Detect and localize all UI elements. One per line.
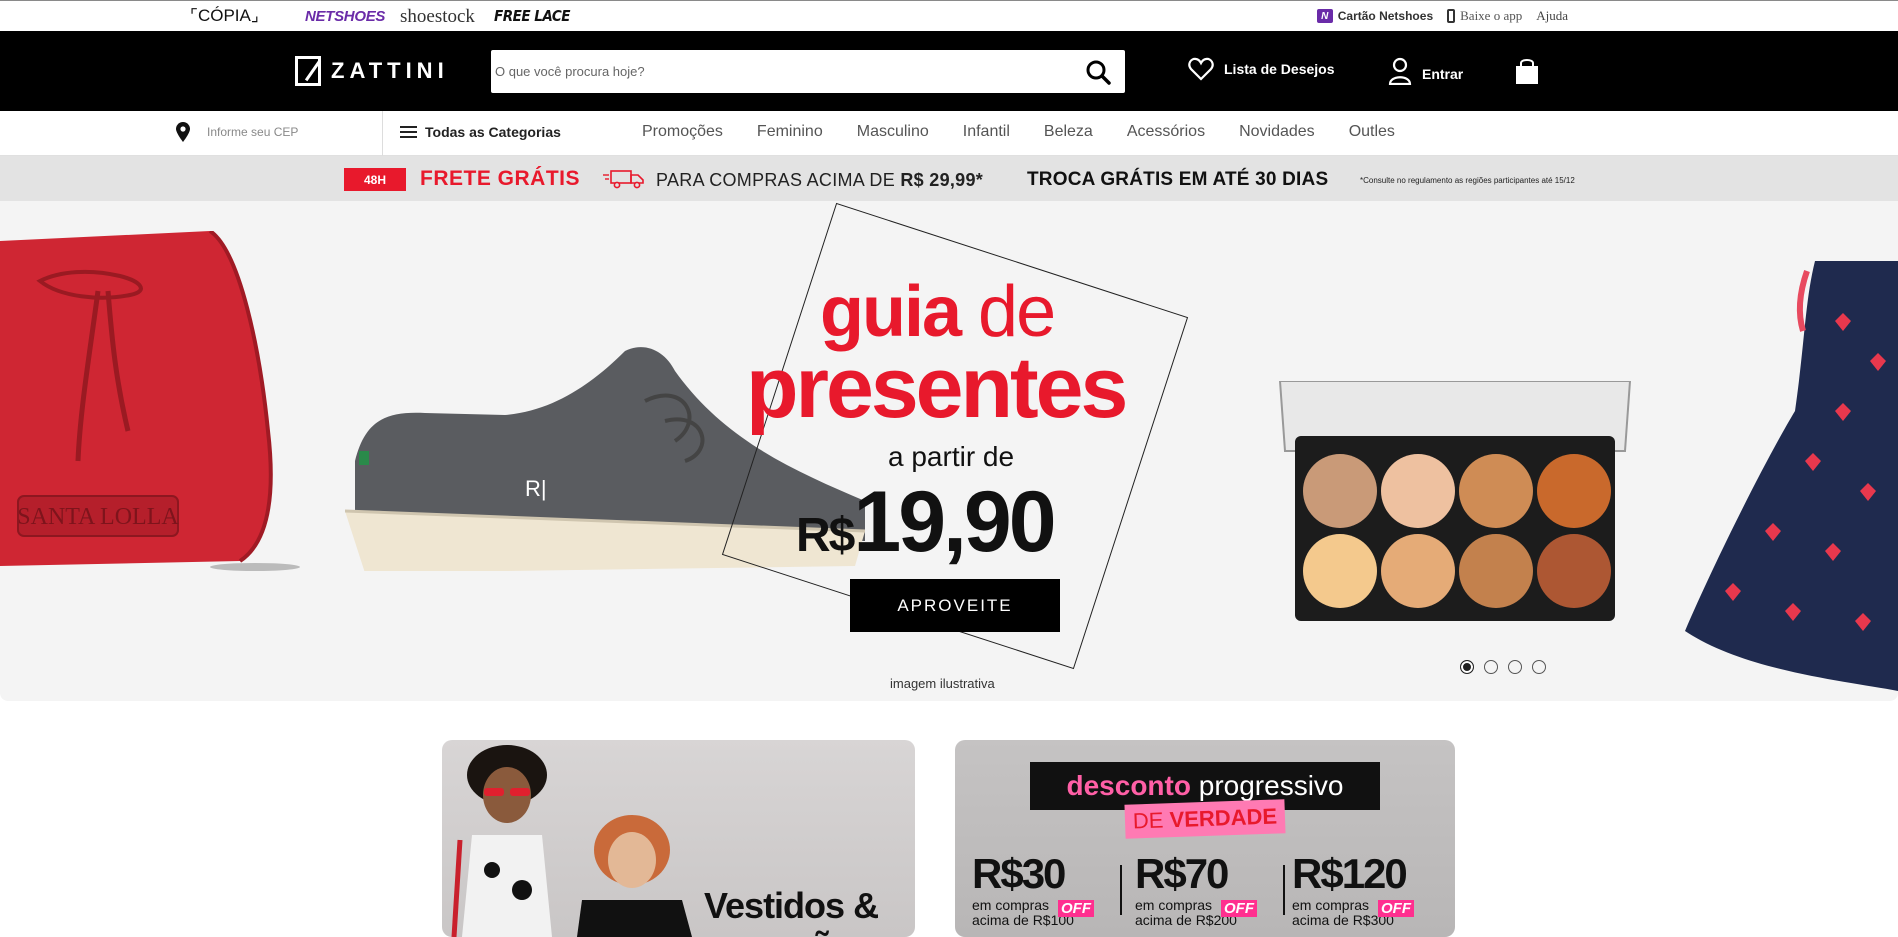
brand-link-shoestock[interactable]: shoestock [400,6,475,28]
tier-separator [1283,865,1285,915]
carousel-dot-2[interactable] [1484,660,1498,674]
nav-links: Promoções Feminino Masculino Infantil Be… [642,123,1395,141]
cep-input[interactable] [207,125,367,139]
dresses-title-line2: macacões [704,924,871,937]
aproveite-button[interactable]: APROVEITE [850,579,1060,632]
nav-link-novidades[interactable]: Novidades [1239,123,1315,141]
app-label: Baixe o app [1460,8,1523,23]
wishlist-label: Lista de Desejos [1224,61,1335,77]
netshoes-card-icon: N [1316,9,1333,23]
nav-divider [382,111,383,156]
user-icon [1388,57,1412,85]
heart-print-dress-image [1685,261,1898,691]
free-shipping-text: FRETE GRÁTIS [420,167,581,190]
nav-link-feminino[interactable]: Feminino [757,123,823,141]
login-link[interactable]: Entrar [1388,57,1463,85]
delivery-truck-icon [603,170,644,189]
cart-link[interactable] [1512,56,1542,91]
phone-icon [1447,9,1456,23]
illustrative-image-note: imagem ilustrativa [890,676,995,691]
tier-off-badge: OFF [1378,900,1414,917]
48h-badge: 48H [344,168,406,191]
cartao-label: Cartão Netshoes [1337,9,1434,23]
brand-link-freelace[interactable]: FREE LACE [494,7,570,25]
all-categories-label: Todas as Categorias [425,124,561,140]
progressive-discount-card[interactable]: desconto progressivo DE VERDADE R$30 em … [955,740,1455,937]
logo-text: ZATTINI [331,58,449,83]
discount-tier-1: R$30 em compras acima de R$100 OFF [972,850,1094,928]
login-label: Entrar [1422,66,1464,82]
main-header: ZATTINI Lista de Desejos Entrar [0,31,1898,111]
nav-link-infantil[interactable]: Infantil [963,123,1010,141]
nav-link-outles[interactable]: Outles [1349,123,1395,141]
search-input[interactable] [493,50,1053,93]
dresses-title-line1: Vestidos & [704,885,879,926]
tier-value: R$70 [1135,850,1229,897]
bag-brand-text: SANTA LOLLA [17,504,179,530]
hero-price: R$19,90 [796,474,1057,570]
category-nav: Todas as Categorias Promoções Feminino M… [0,111,1898,156]
brand-link-netshoes[interactable]: NETSHOES [305,8,385,25]
nav-link-masculino[interactable]: Masculino [857,123,929,141]
hero-title-presentes: presentes [746,340,1128,436]
copy-watermark: CÓPIA [190,6,259,26]
carousel-dot-4[interactable] [1532,660,1546,674]
makeup-palette-image [1278,381,1632,621]
help-link[interactable]: Ajuda [1536,8,1568,24]
red-bucket-bag-image: SANTA LOLLA [0,231,300,571]
hero-from-label: a partir de [888,441,1015,472]
search-icon[interactable] [1085,59,1111,85]
models-image [451,745,692,937]
terms-note: *Consulte no regulamento as regiões part… [1360,176,1575,185]
carousel-dot-1[interactable] [1460,660,1474,674]
search-bar [491,50,1125,93]
discount-tier-2: R$70 em compras acima de R$200 OFF [1135,850,1257,928]
cep-field [175,121,367,143]
carousel-dot-3[interactable] [1508,660,1522,674]
shopping-bag-icon [1516,59,1538,84]
nav-link-beleza[interactable]: Beleza [1044,123,1093,141]
nav-link-acessorios[interactable]: Acessórios [1127,123,1205,141]
location-pin-icon [176,122,190,142]
dresses-jumpsuits-card[interactable]: Vestidos & macacões [442,740,915,937]
shipping-promo-banner[interactable]: 48H FRETE GRÁTIS PARA COMPRAS ACIMA DE R… [0,156,1898,201]
hero-carousel[interactable]: SANTA LOLLA R| guia de presentes a parti… [0,201,1898,701]
carousel-dots [1460,660,1546,674]
top-brand-strip: CÓPIA NETSHOES shoestock FREE LACE N Car… [0,0,1898,31]
tier-value: R$30 [972,850,1066,897]
discount-tier-3: R$120 em compras acima de R$300 OFF [1292,850,1414,928]
menu-icon [400,125,417,139]
tier-off-badge: OFF [1221,900,1257,917]
top-right-links: N Cartão Netshoes Baixe o app Ajuda [1316,8,1568,24]
app-download-link[interactable]: Baixe o app [1447,8,1522,24]
zattini-logo[interactable]: ZATTINI [295,56,449,86]
cartao-netshoes-link[interactable]: N Cartão Netshoes [1316,9,1434,23]
all-categories-button[interactable]: Todas as Categorias [400,124,561,140]
wishlist-link[interactable]: Lista de Desejos [1188,57,1335,81]
free-exchange-text: TROCA GRÁTIS EM ATÉ 30 DIAS [1027,169,1329,190]
shoe-logo-text: R| [525,476,547,501]
nav-link-promocoes[interactable]: Promoções [642,123,723,141]
tier-value: R$120 [1292,850,1408,897]
tier-off-badge: OFF [1058,900,1094,917]
de-verdade-tag: DE VERDADE [1124,799,1286,839]
minimum-purchase-text: PARA COMPRAS ACIMA DE R$ 29,99* [656,170,984,190]
tier-separator [1120,865,1122,915]
zattini-logo-icon [295,56,321,86]
heart-icon [1188,57,1214,81]
